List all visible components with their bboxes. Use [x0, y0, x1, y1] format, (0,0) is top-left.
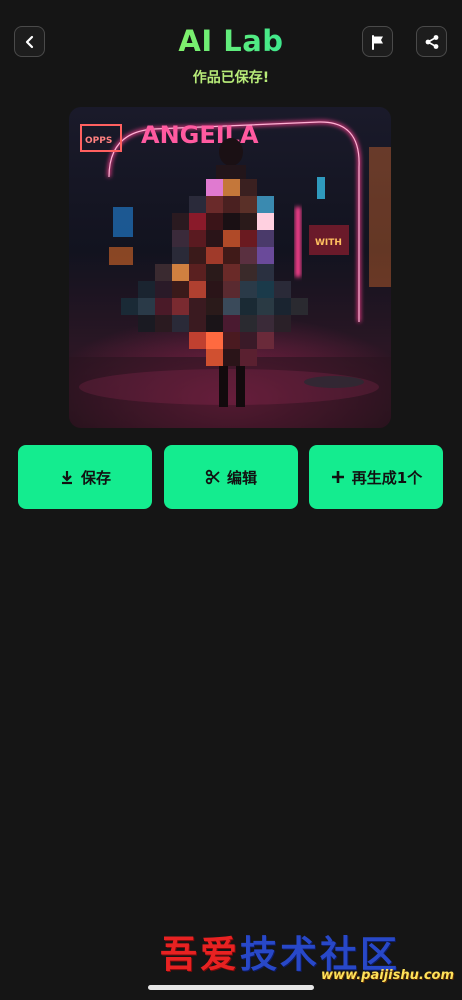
regenerate-label: 再生成1个 [351, 468, 423, 487]
site-watermark: 吾爱技术社区 www.paijishu.com [160, 924, 460, 990]
download-icon [61, 471, 72, 485]
edit-label: 编辑 [226, 468, 257, 487]
save-label: 保存 [80, 468, 111, 487]
watermark-url: www.paijishu.com [321, 968, 454, 983]
regenerate-button[interactable]: 再生成1个 [309, 445, 443, 509]
share-icon [425, 34, 438, 49]
scissors-icon [205, 469, 220, 485]
share-button[interactable] [416, 26, 447, 57]
left-sign-text: OPPS [85, 136, 112, 146]
report-button[interactable] [362, 26, 393, 57]
home-indicator[interactable] [148, 985, 314, 990]
save-button[interactable]: 保存 [18, 445, 152, 509]
edit-button[interactable]: 编辑 [164, 445, 298, 509]
plus-icon [331, 471, 344, 483]
right-sign-text: WITH [315, 238, 342, 248]
saved-status-text: 作品已保存! [192, 70, 270, 86]
flag-icon [371, 34, 383, 50]
generated-artwork[interactable]: ANGEILA OPPS WITH [69, 107, 391, 428]
artwork-image: ANGEILA OPPS WITH [69, 107, 391, 428]
